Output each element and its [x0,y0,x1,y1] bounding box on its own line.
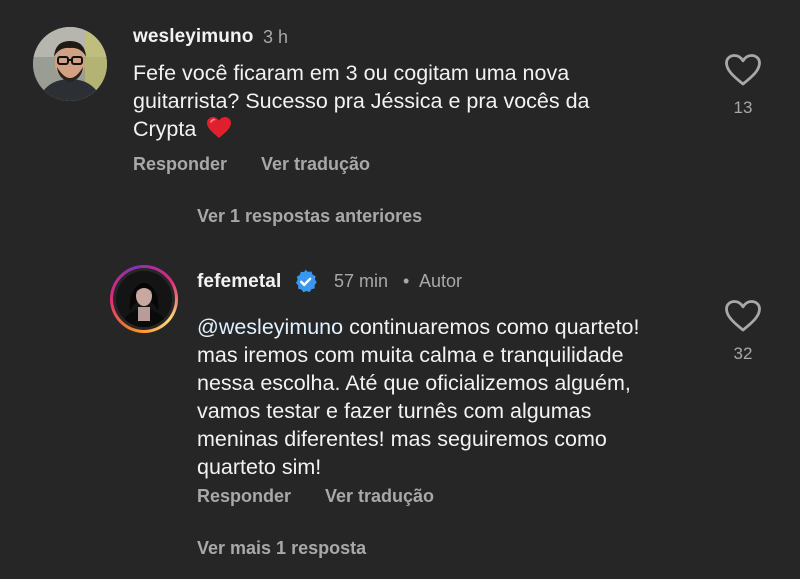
reply-text-line: vamos testar e fazer turnês com algumas [197,399,592,423]
reply-text-line: meninas diferentes! mas seguiremos como [197,427,607,451]
comment-text-line: Crypta [133,115,693,147]
translate-button[interactable]: Ver tradução [325,486,434,507]
reply-text-line: quarteto sim! [197,455,322,479]
reply-text-line: nessa escolha. Até que oficializemos alg… [197,371,631,395]
comment-text-line: guitarrista? Sucesso pra Jéssica e pra v… [133,89,590,113]
heart-outline-icon[interactable] [724,53,762,92]
red-heart-emoji-icon [206,116,232,147]
heart-outline-icon[interactable] [724,299,762,338]
verified-badge-icon [292,268,319,300]
reply-text-segment: continuaremos como quarteto! [343,315,640,339]
comment-text: Fefe você ficaram em 3 ou cogitam uma no… [133,59,693,147]
reply-username[interactable]: fefemetal [197,271,281,293]
author-badge: Autor [419,271,463,291]
view-previous-replies-button[interactable]: Ver 1 respostas anteriores [197,206,422,227]
comment-username[interactable]: wesleyimuno [133,26,253,48]
avatar-wesleyimuno[interactable] [33,27,107,101]
reply-button[interactable]: Responder [133,154,227,175]
reply-text-line: @wesleyimuno continuaremos como quarteto… [197,313,717,341]
meta-separator: • [403,271,410,291]
view-more-replies-button[interactable]: Ver mais 1 resposta [197,538,366,559]
comment-time: 3 h [263,27,289,47]
avatar-photo [116,271,172,327]
like-count: 32 [733,344,753,363]
reply-text: @wesleyimuno continuaremos como quarteto… [197,313,717,481]
avatar-fefemetal [116,271,172,327]
avatar-photo [33,27,107,101]
reply-button[interactable]: Responder [197,486,291,507]
reply-text-line: mas iremos com muita calma e tranquilida… [197,343,624,367]
comment-text-line: Fefe você ficaram em 3 ou cogitam uma no… [133,61,570,85]
avatar-fefemetal-story-ring[interactable] [110,265,178,333]
reply-time: 57 min [334,271,389,291]
translate-button[interactable]: Ver tradução [261,154,370,175]
mention-link[interactable]: @wesleyimuno [197,315,343,339]
like-count: 13 [733,98,753,117]
comment-text-segment: Crypta [133,117,197,141]
